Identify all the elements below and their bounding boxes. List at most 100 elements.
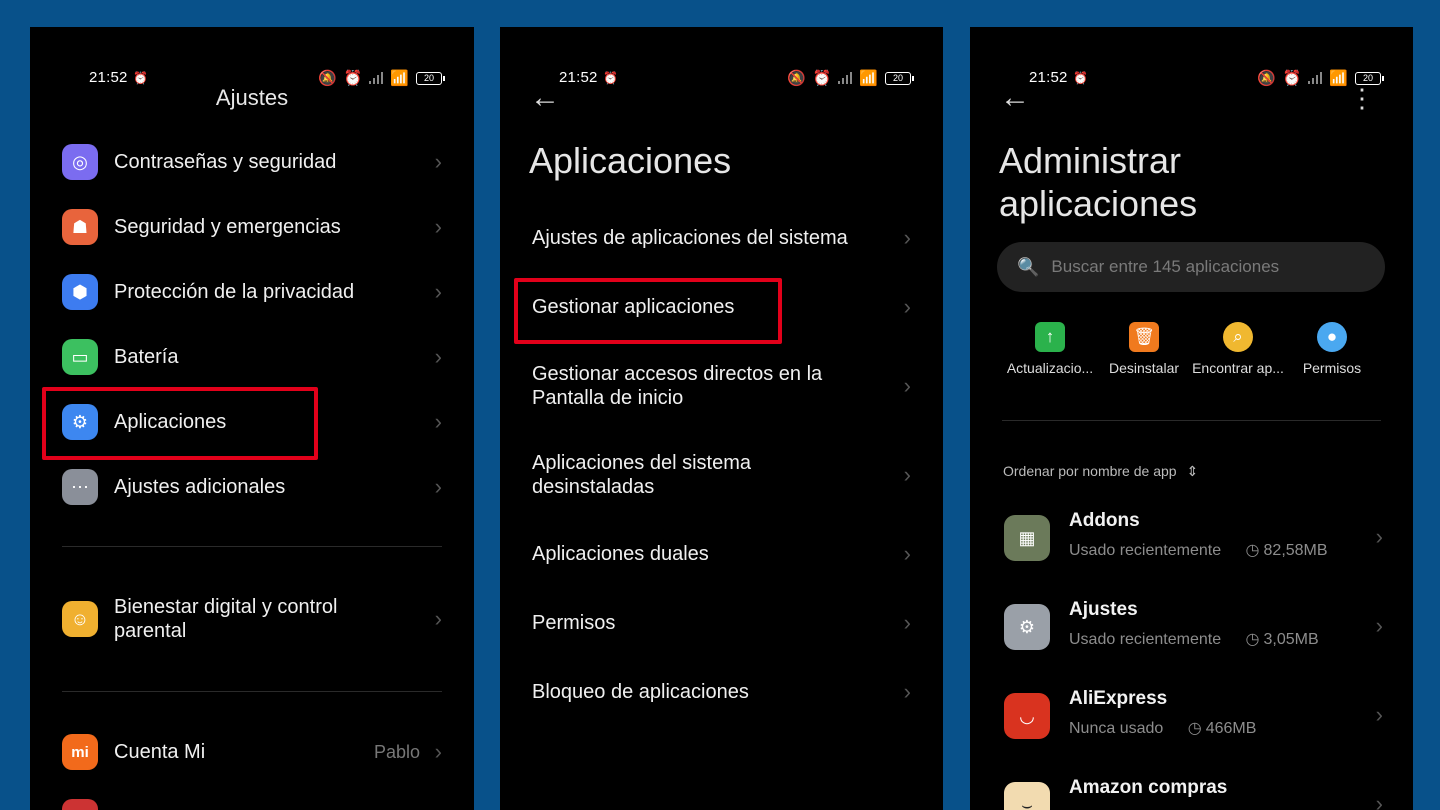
app-size: 82,58MB <box>1263 542 1328 559</box>
menu-item-label: Aplicaciones del sistema <box>532 452 751 474</box>
settings-item-emergency[interactable]: ☗ Seguridad y emergencias › <box>62 209 442 245</box>
settings-item-privacy[interactable]: ⬢ Protección de la privacidad › <box>62 274 442 310</box>
trash-icon: 🗑 <box>1129 322 1159 352</box>
partial-item-icon <box>62 799 98 810</box>
highlight-box <box>42 387 318 460</box>
chevron-right-icon: › <box>903 462 911 487</box>
action-uninstall[interactable]: 🗑 Desinstalar <box>1096 322 1192 376</box>
divider <box>62 691 442 692</box>
menu-item-label: Aplicaciones duales <box>532 543 709 565</box>
signal-icon <box>838 72 853 84</box>
battery-icon: ▭ <box>62 339 98 375</box>
more-options-icon[interactable]: ⋮ <box>1349 83 1375 114</box>
chevron-right-icon: › <box>903 373 911 398</box>
app-usage: Usado recientemente <box>1069 542 1222 559</box>
find-apps-icon: ⌕ <box>1223 322 1253 352</box>
update-icon: ↑ <box>1035 322 1065 352</box>
settings-item-battery[interactable]: ▭ Batería › <box>62 339 442 375</box>
search-bar[interactable]: 🔍 <box>997 242 1385 292</box>
sort-label: Ordenar por nombre de app <box>1003 463 1177 479</box>
menu-item-label: Gestionar accesos directos en la <box>532 363 823 385</box>
menu-item-label: Bloqueo de aplicaciones <box>532 681 749 703</box>
app-row-addons[interactable]: ▦ Addons Usado recientemente ◷ 82,58MB › <box>1004 510 1383 570</box>
chevron-right-icon: › <box>434 606 442 631</box>
chevron-right-icon: › <box>434 344 442 369</box>
menu-item-app-lock[interactable]: Bloqueo de aplicaciones › <box>532 680 911 704</box>
menu-item-home-shortcuts[interactable]: Gestionar accesos directos en la Pantall… <box>532 362 911 410</box>
chevron-right-icon: › <box>903 225 911 250</box>
fingerprint-icon: ◎ <box>62 144 98 180</box>
alarm-icon: ⏰ <box>1282 70 1302 87</box>
settings-item-wellbeing[interactable]: ☺ Bienestar digital y control parental › <box>62 595 442 643</box>
chevron-right-icon: › <box>1375 702 1383 727</box>
settings-item-label: Cuenta Mi <box>114 741 206 763</box>
alarm-icon: ⏰ <box>812 70 832 87</box>
search-input[interactable] <box>1049 256 1374 278</box>
title-line: aplicaciones <box>999 183 1198 224</box>
battery-indicator: 20 <box>416 71 445 85</box>
chevron-right-icon: › <box>434 149 442 174</box>
app-name: Addons <box>1069 510 1140 531</box>
phone-screen-settings: 21:52 ⏰ 🔕 ⏰ 📶 20 Ajustes ◎ Contraseñas y… <box>30 27 474 810</box>
sort-selector[interactable]: Ordenar por nombre de app ⇕ <box>1003 463 1198 480</box>
app-meta: Nunca usado ◷ 466MB <box>1069 718 1256 738</box>
action-permissions[interactable]: ● Permisos <box>1284 322 1380 376</box>
menu-item-uninstalled-system-apps[interactable]: Aplicaciones del sistema desinstaladas › <box>532 451 911 499</box>
settings-item-label: Bienestar digital y control parental <box>114 595 337 643</box>
alarm-icon: ⏰ <box>1073 71 1088 85</box>
menu-item-system-app-settings[interactable]: Ajustes de aplicaciones del sistema › <box>532 226 911 250</box>
chevron-right-icon: › <box>903 541 911 566</box>
app-row-amazon[interactable]: ⌣ Amazon compras › <box>1004 777 1383 810</box>
menu-item-dual-apps[interactable]: Aplicaciones duales › <box>532 542 911 566</box>
status-time: 21:52 <box>559 69 598 86</box>
page-title: Administrar aplicaciones <box>999 139 1197 225</box>
settings-item-label: Seguridad y emergencias <box>114 216 341 238</box>
action-updates[interactable]: ↑ Actualizacio... <box>1002 322 1098 376</box>
back-arrow-icon[interactable]: ← <box>530 81 560 115</box>
clock-icon: ◷ <box>1245 631 1260 648</box>
chevron-right-icon: › <box>434 739 442 764</box>
label-line: Bienestar digital y control <box>114 596 338 618</box>
app-size: 3,05MB <box>1263 631 1319 648</box>
app-row-aliexpress[interactable]: ◡ AliExpress Nunca usado ◷ 466MB › <box>1004 688 1383 748</box>
app-meta: Usado recientemente ◷ 3,05MB <box>1069 629 1319 649</box>
action-label: Desinstalar <box>1108 360 1180 376</box>
app-name: AliExpress <box>1069 688 1168 709</box>
app-size: 466MB <box>1205 720 1257 737</box>
chevron-right-icon: › <box>434 214 442 239</box>
mute-icon: 🔕 <box>786 70 806 87</box>
settings-item-additional[interactable]: ⋯ Ajustes adicionales › <box>62 469 442 505</box>
addons-app-icon: ▦ <box>1004 515 1050 561</box>
aliexpress-app-icon: ◡ <box>1004 693 1050 739</box>
status-time: 21:52 <box>89 69 128 86</box>
phone-screen-manage-apps: 21:52 ⏰ 🔕 ⏰ 📶 20 ← ⋮ Administrar aplicac… <box>970 27 1413 810</box>
wifi-icon: 📶 <box>1329 70 1348 87</box>
action-find-apps[interactable]: ⌕ Encontrar ap... <box>1190 322 1286 376</box>
signal-icon <box>369 72 384 84</box>
sort-toggle-icon: ⇕ <box>1186 463 1199 479</box>
app-name: Ajustes <box>1069 599 1138 620</box>
divider <box>62 546 442 547</box>
status-time: 21:52 <box>1029 69 1068 86</box>
amazon-app-icon: ⌣ <box>1004 782 1050 810</box>
menu-item-label: Pantalla de inicio <box>532 387 684 409</box>
status-bar: 21:52 ⏰ 🔕 ⏰ 📶 20 <box>970 69 1413 89</box>
back-arrow-icon[interactable]: ← <box>1000 81 1030 115</box>
label-line: parental <box>114 620 187 642</box>
wellbeing-icon: ☺ <box>62 601 98 637</box>
privacy-shield-icon: ⬢ <box>62 274 98 310</box>
highlight-box <box>514 278 782 344</box>
settings-item-mi-account[interactable]: mi Cuenta Mi Pablo › <box>62 734 442 770</box>
signal-icon <box>1308 72 1323 84</box>
settings-item-label: Batería <box>114 346 179 368</box>
app-name: Amazon compras <box>1069 777 1228 798</box>
app-usage: Nunca usado <box>1069 720 1164 737</box>
menu-item-permissions[interactable]: Permisos › <box>532 611 911 635</box>
settings-item-passwords[interactable]: ◎ Contraseñas y seguridad › <box>62 144 442 180</box>
settings-item-label: Protección de la privacidad <box>114 281 355 303</box>
search-icon: 🔍 <box>1017 256 1040 277</box>
chevron-right-icon: › <box>903 294 911 319</box>
status-bar: 21:52 ⏰ 🔕 ⏰ 📶 20 <box>500 69 943 89</box>
action-label: Encontrar ap... <box>1192 360 1284 376</box>
app-row-ajustes[interactable]: ⚙ Ajustes Usado recientemente ◷ 3,05MB › <box>1004 599 1383 659</box>
